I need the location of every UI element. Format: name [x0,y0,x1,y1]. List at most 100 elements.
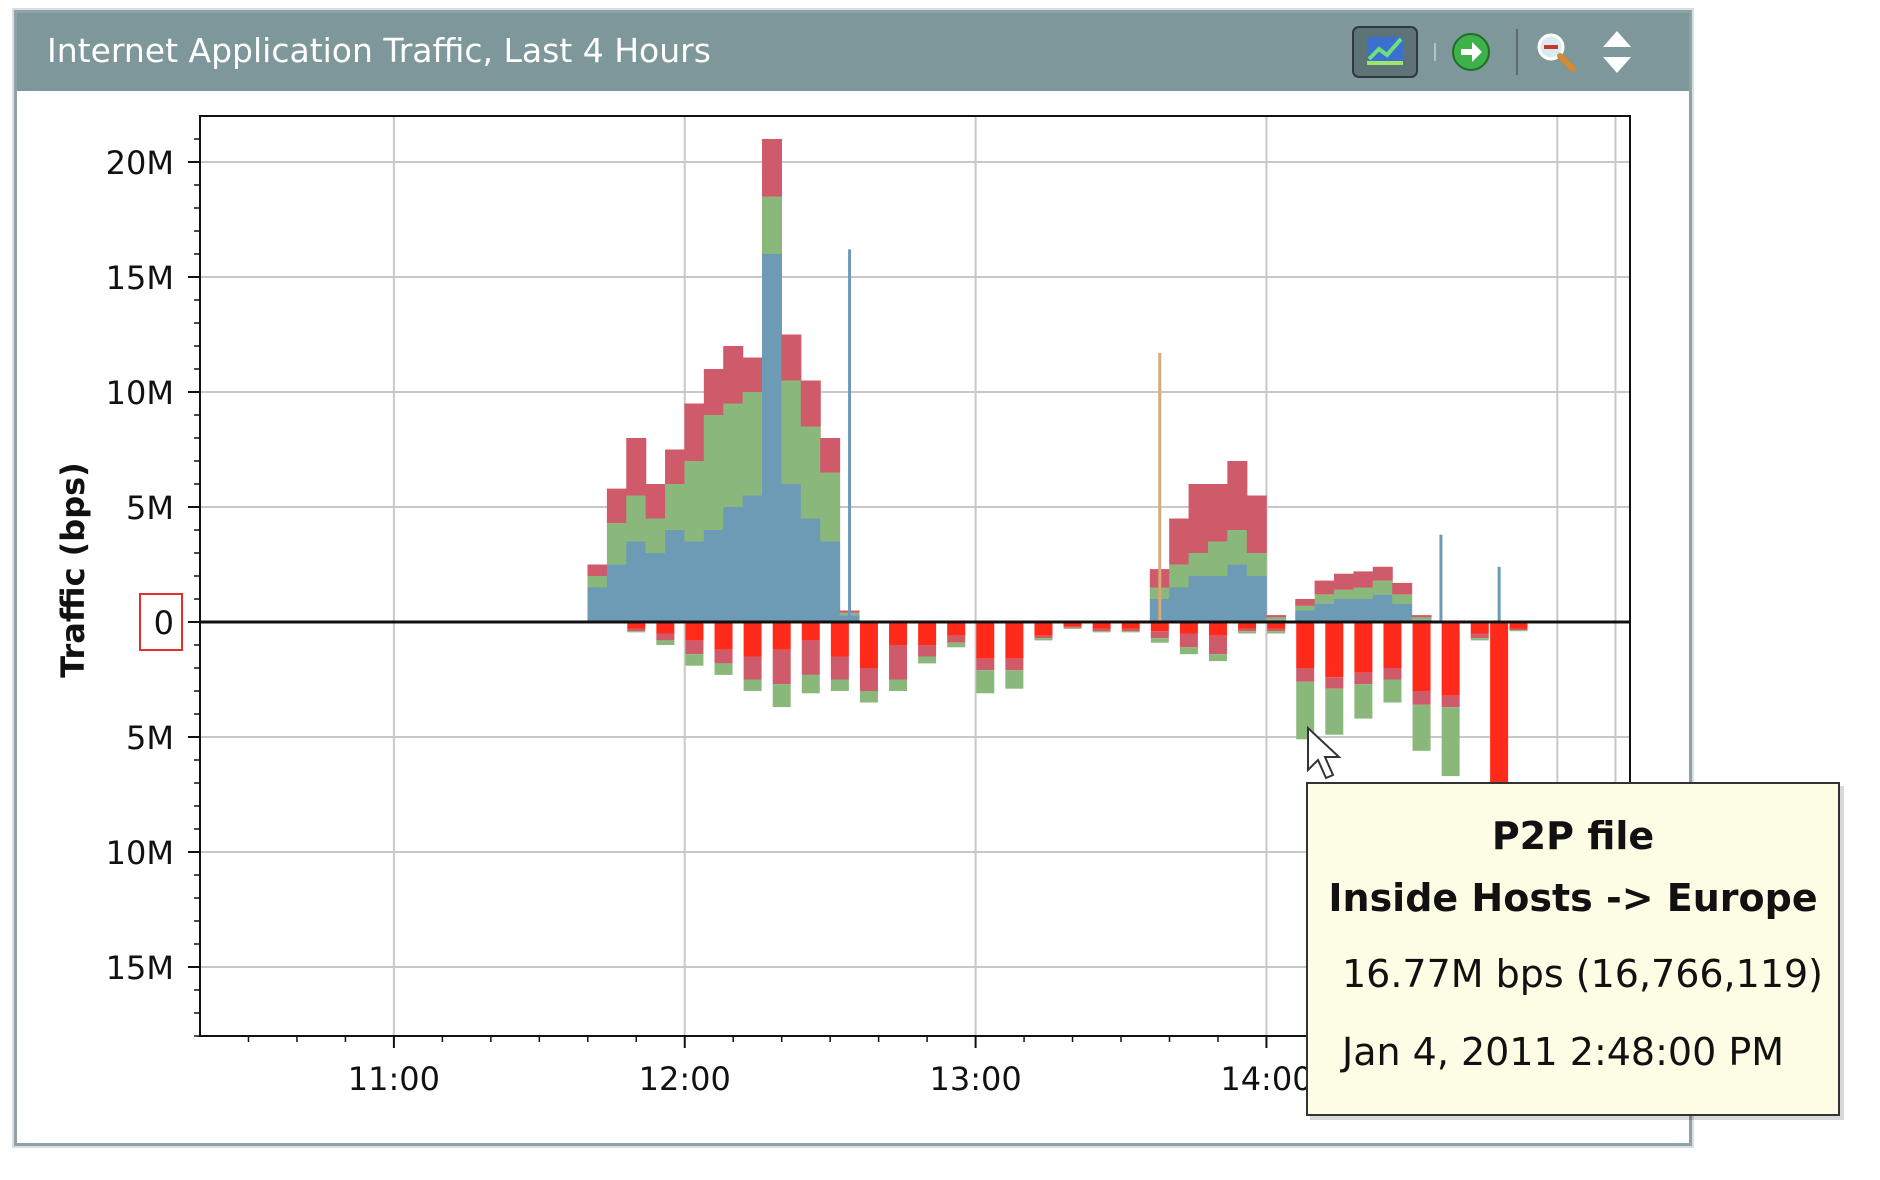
traffic-bar-series-1 [1227,530,1248,565]
traffic-bar-series-2 [1208,654,1227,662]
traffic-bar-series-1 [626,495,647,542]
traffic-bar-series-2 [762,139,782,197]
traffic-bar-series-2 [1441,707,1460,777]
traffic-bar-series-2 [1325,688,1344,735]
traffic-bar-series-2 [684,403,705,461]
traffic-bar-series-1 [627,628,646,632]
traffic-bar-series-0 [1392,603,1413,622]
traffic-bar-series-2 [1334,573,1354,590]
y-axis-label: Traffic (bps) [54,462,92,678]
data-tooltip: P2P file Inside Hosts -> Europe 16.77M b… [1306,782,1840,1116]
traffic-bar-series-2 [723,346,744,404]
traffic-bar-series-1 [1354,672,1373,685]
traffic-bar-series-0 [1441,622,1460,696]
traffic-bar-series-0 [626,541,647,622]
traffic-bar-series-1 [743,656,762,680]
y-tick-label: 10M [106,834,174,872]
traffic-bar-series-1 [1267,628,1286,632]
traffic-bar-series-1 [665,484,686,530]
traffic-bar-series-2 [1034,638,1053,641]
traffic-bar-series-0 [1227,564,1248,622]
traffic-bar-series-2 [1246,495,1267,553]
traffic-bar-series-0 [801,622,820,641]
traffic-bar-series-1 [1441,695,1460,708]
traffic-bar-series-2 [1207,484,1228,542]
traffic-bar-series-2 [1392,582,1413,595]
traffic-bar-series-0 [587,587,608,622]
traffic-bar-series-2 [627,631,646,633]
traffic-bar-series-2 [889,679,908,691]
traffic-bar-series-0 [1295,610,1316,622]
x-tick-label: 11:00 [348,1060,440,1098]
traffic-bar-series-0 [645,553,666,622]
traffic-bar-series-2 [626,438,647,496]
traffic-bar-series-0 [1412,622,1431,691]
traffic-bar-series-2 [1227,461,1248,530]
traffic-bar-series-1 [1266,617,1287,620]
tooltip-application: P2P file [1491,814,1655,858]
traffic-bar-series-1 [606,523,627,565]
traffic-bar-series-1 [1092,628,1111,632]
traffic-bar-series-0 [1169,587,1190,622]
traffic-bar-series-2 [645,484,666,519]
traffic-bar-series-2 [1372,566,1393,581]
tooltip-timestamp: Jan 4, 2011 2:48:00 PM [1342,1030,1785,1074]
traffic-bar-series-0 [742,495,763,622]
traffic-bar-series-2 [918,656,937,664]
traffic-bar-series-1 [947,635,966,643]
x-tick-label: 12:00 [639,1060,731,1098]
traffic-bar-series-2 [1238,631,1257,634]
tooltip-value: 16.77M bps (16,766,119) [1342,952,1823,996]
traffic-bar-series-1 [1295,605,1316,611]
traffic-bar-series-0 [889,622,908,645]
traffic-bar-series-2 [1411,615,1432,618]
traffic-bar-series-0 [976,622,995,659]
traffic-bar-series-1 [830,656,849,680]
traffic-bar-series-2 [800,380,821,427]
traffic-bar-series-0 [1005,622,1024,659]
traffic-bar-series-2 [606,488,627,524]
traffic-bar-series-0 [1353,599,1374,622]
traffic-bar-series-2 [1353,571,1374,588]
traffic-bar-series-1 [801,640,820,675]
traffic-bar-series-2 [1266,615,1287,618]
traffic-bar-series-2 [1063,627,1082,629]
traffic-bar-series-1 [1179,633,1198,648]
traffic-bar-series-2 [1412,704,1431,751]
traffic-bar-series-1 [1063,626,1082,628]
traffic-bar-series-1 [1372,580,1393,595]
traffic-bar-series-2 [1005,670,1024,689]
traffic-bar-series-2 [1314,580,1335,595]
traffic-bar-series-1 [685,640,704,655]
traffic-bar-series-1 [1392,594,1413,604]
traffic-bar-series-1 [1509,628,1528,631]
y-tick-label: 15M [106,259,174,297]
traffic-bar-series-2 [1188,484,1209,553]
traffic-bar-series-1 [889,645,908,680]
traffic-bar-series-2 [1150,638,1169,643]
traffic-bar-series-0 [781,484,802,622]
traffic-bar-series-0 [918,622,937,645]
traffic-bar-series-1 [1412,691,1431,705]
traffic-bar-series-0 [606,564,627,622]
traffic-bar-series-1 [1334,589,1354,599]
traffic-bar-series-0 [762,254,782,622]
traffic-bar-series-1 [1325,677,1344,689]
y-tick-label: 15M [106,949,174,987]
traffic-bar-series-1 [1005,658,1024,671]
traffic-bar-series-0 [1296,622,1315,668]
traffic-bar-series-2 [1121,631,1140,633]
traffic-bar-series-0 [1179,622,1198,634]
x-tick-label: 14:00 [1220,1060,1312,1098]
traffic-bar-series-0 [1372,594,1393,622]
traffic-bar-series-0 [684,541,705,622]
traffic-bar-series-2 [1383,679,1402,703]
traffic-bar-series-0 [1188,576,1209,622]
traffic-bar-series-1 [1314,594,1335,604]
traffic-bar-series-0 [947,622,966,636]
tooltip-direction: Inside Hosts -> Europe [1328,876,1818,920]
traffic-bar-series-0 [656,622,675,634]
traffic-bar-series-2 [1179,647,1198,655]
traffic-bar-series-0 [830,622,849,657]
traffic-bar-series-1 [1208,635,1227,655]
